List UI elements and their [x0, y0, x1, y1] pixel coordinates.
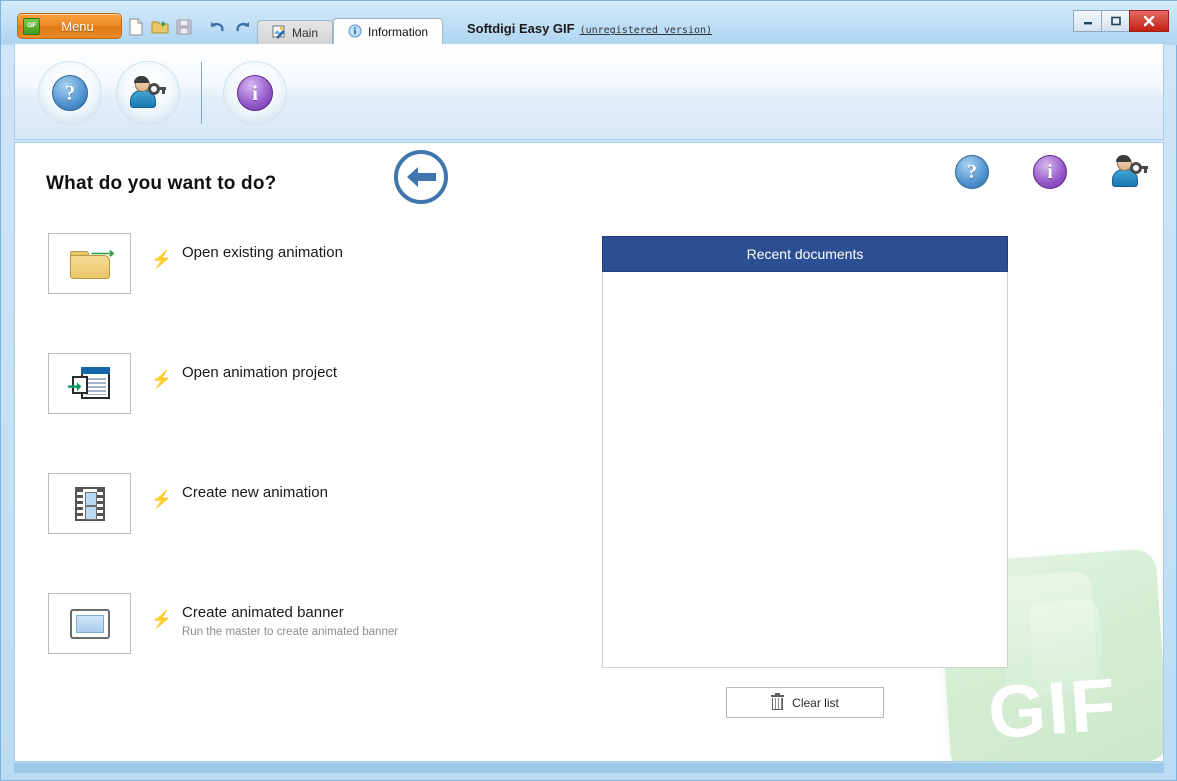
window-controls: [1073, 10, 1169, 32]
recent-documents-header: Recent documents: [602, 236, 1008, 272]
header-help-icon[interactable]: ?: [955, 155, 989, 189]
gif-logo-icon: GIF: [23, 17, 40, 35]
header-icon-group: ? i: [955, 155, 1148, 189]
new-document-icon[interactable]: [127, 18, 145, 36]
person-key-icon: [1111, 155, 1148, 189]
action-list: ⟶ ⚡ Open existing animation ➞ ⚡ Open ani…: [48, 233, 568, 713]
open-folder-icon-box: ⟶: [48, 233, 131, 294]
info-letter-icon: i: [237, 75, 273, 111]
ribbon-help-orb: ?: [38, 61, 102, 125]
action-text: Create new animation: [182, 483, 328, 503]
tab-bar: Main Information: [257, 18, 444, 45]
action-subtitle: Run the master to create animated banner: [182, 626, 399, 638]
ribbon-help-button[interactable]: ?: [31, 53, 109, 133]
film-strip-icon: [74, 486, 105, 521]
ribbon-about-button[interactable]: i: [216, 53, 294, 133]
close-button[interactable]: [1129, 10, 1169, 32]
back-arrow-icon: [407, 167, 436, 187]
recent-documents-list[interactable]: [602, 272, 1008, 668]
lightning-bolt-icon: ⚡: [151, 610, 173, 629]
tab-main-label: Main: [292, 26, 319, 40]
trash-icon: [771, 693, 785, 710]
action-text: Create animated banner Run the master to…: [182, 603, 398, 638]
action-create-animated-banner[interactable]: ⚡ Create animated banner Run the master …: [48, 593, 568, 713]
action-open-existing-animation[interactable]: ⟶ ⚡ Open existing animation: [48, 233, 568, 353]
clear-list-row: Clear list: [602, 687, 1008, 718]
header-info-icon[interactable]: i: [1033, 155, 1067, 189]
tab-information[interactable]: Information: [333, 18, 444, 45]
action-title: Create animated banner: [182, 604, 344, 621]
recent-documents-panel: Recent documents Clear list: [602, 236, 1008, 718]
ribbon-separator: [201, 62, 202, 124]
ribbon-button-group: ? i: [31, 51, 294, 135]
tab-main[interactable]: Main: [257, 20, 334, 45]
headline: What do you want to do?: [46, 173, 277, 194]
open-folder-icon: ⟶: [69, 246, 114, 279]
project-import-icon-box: ➞: [48, 353, 131, 414]
clear-list-button[interactable]: Clear list: [726, 687, 884, 718]
action-title: Open animation project: [182, 364, 338, 381]
film-strip-icon-box: [48, 473, 131, 534]
registration-note: (unregistered version): [579, 25, 713, 36]
ribbon-panel: ? i: [14, 44, 1164, 140]
tab-information-icon: [348, 24, 362, 41]
header-registration-icon[interactable]: [1111, 155, 1148, 189]
minimize-button[interactable]: [1073, 10, 1102, 32]
banner-icon-box: [48, 593, 131, 654]
lightning-bolt-icon: ⚡: [151, 370, 173, 389]
action-text: Open existing animation: [182, 243, 343, 263]
application-window: GIF Menu Main Information Softdigi Easy …: [0, 0, 1177, 781]
title-bar: GIF Menu Main Information Softdigi Easy …: [1, 1, 1177, 45]
lightning-bolt-icon: ⚡: [151, 490, 173, 509]
action-create-new-animation[interactable]: ⚡ Create new animation: [48, 473, 568, 593]
ribbon-registration-orb: [116, 61, 180, 125]
action-title: Open existing animation: [182, 244, 343, 261]
project-import-icon: ➞: [68, 366, 111, 401]
clear-list-label: Clear list: [792, 695, 839, 710]
save-icon[interactable]: [175, 18, 193, 36]
action-title: Create new animation: [182, 484, 328, 501]
back-button[interactable]: [394, 150, 448, 204]
undo-icon[interactable]: [209, 18, 227, 36]
ribbon-registration-button[interactable]: [109, 53, 187, 133]
menu-button-label: Menu: [61, 18, 94, 34]
action-open-animation-project[interactable]: ➞ ⚡ Open animation project: [48, 353, 568, 473]
banner-icon: [69, 608, 110, 639]
status-bar: [14, 763, 1164, 773]
tab-main-icon: [272, 25, 286, 42]
ribbon-about-orb: i: [223, 61, 287, 125]
open-project-icon[interactable]: [151, 18, 169, 36]
tab-information-label: Information: [368, 25, 429, 39]
person-key-icon: [129, 76, 167, 110]
redo-icon[interactable]: [233, 18, 251, 36]
quick-access-toolbar: [127, 18, 251, 36]
lightning-bolt-icon: ⚡: [151, 250, 173, 269]
app-title-text: Softdigi Easy GIF: [466, 21, 575, 36]
maximize-button[interactable]: [1101, 10, 1130, 32]
action-text: Open animation project: [182, 363, 337, 383]
main-content: GIF What do you want to do? ? i ⟶ ⚡ Open…: [14, 142, 1164, 762]
question-mark-icon: ?: [52, 75, 88, 111]
menu-button[interactable]: GIF Menu: [17, 13, 122, 39]
